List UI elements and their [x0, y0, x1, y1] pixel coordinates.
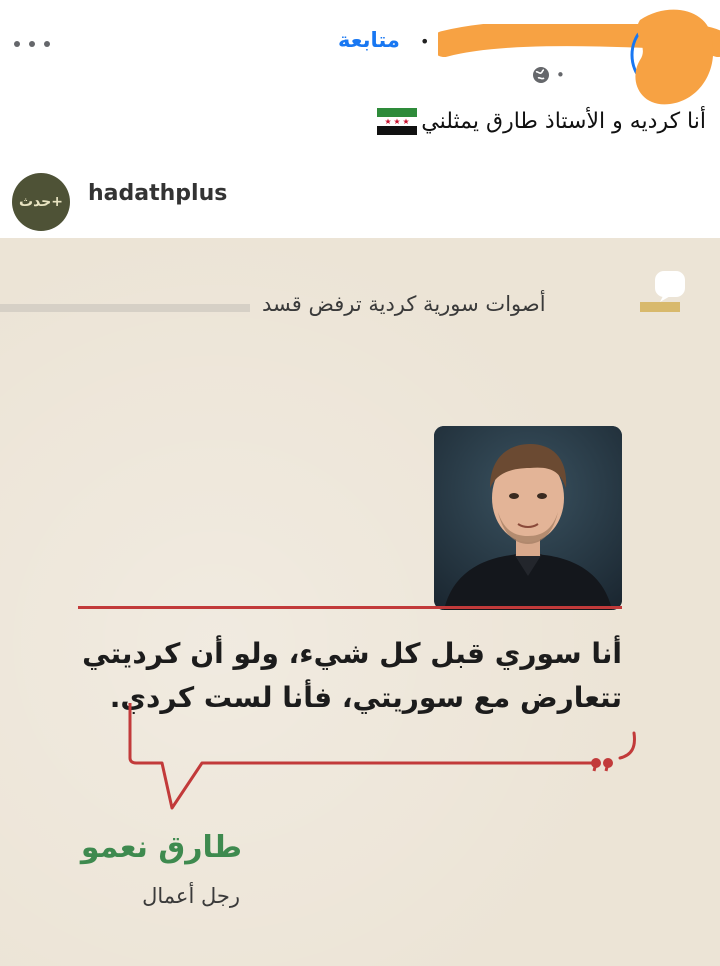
author-title: رجل أعمال	[142, 884, 240, 908]
quote-top-rule	[78, 606, 622, 609]
more-options-icon-dot	[29, 41, 35, 47]
account-name: hadathplus	[88, 181, 228, 206]
caption-text: أنا كرديه و الأستاذ طارق يمثلني	[421, 109, 706, 134]
globe-icon	[533, 67, 549, 83]
quote-line: أنا سوري قبل كل شيء، ولو أن كرديتي	[82, 637, 622, 670]
more-options-icon-dot	[44, 41, 50, 47]
syrian-flag-icon	[377, 108, 418, 135]
redacted-avatar	[630, 9, 714, 105]
topic-divider	[0, 304, 250, 312]
post-meta: •	[532, 62, 565, 88]
more-options-icon	[14, 41, 20, 47]
post-caption: أنا كرديه و الأستاذ طارق يمثلني	[377, 108, 706, 135]
speech-bubble-outline	[128, 703, 636, 810]
embedded-post-image[interactable]: حدث+ hadathplus أصوات سورية كردية ترفض ق…	[0, 158, 720, 966]
hadath-logo: حدث+	[12, 173, 70, 231]
meta-separator: •	[556, 66, 565, 84]
portrait-photo	[434, 426, 622, 610]
embedded-account-header: حدث+ hadathplus	[0, 158, 720, 238]
closing-quote-icon	[591, 758, 613, 772]
topic-speech-icon	[640, 271, 685, 312]
follow-button[interactable]: متابعة	[338, 28, 400, 52]
author-name: طارق نعمو	[80, 830, 242, 865]
more-options-button[interactable]	[14, 36, 50, 52]
header-separator: •	[420, 32, 430, 51]
topic-title: أصوات سورية كردية ترفض قسد	[262, 292, 546, 316]
